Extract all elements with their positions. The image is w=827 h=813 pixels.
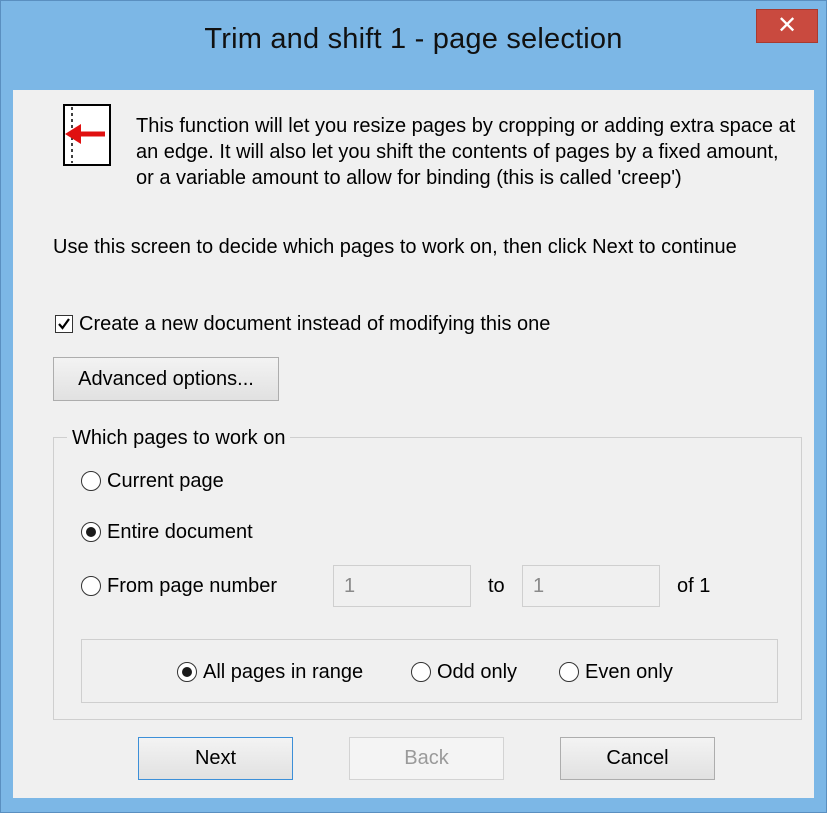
new-document-option[interactable]: Create a new document instead of modifyi… [55,312,550,336]
page-range-radio[interactable] [81,576,101,596]
next-button[interactable]: Next [138,737,293,780]
title-bar: Trim and shift 1 - page selection ✕ [1,1,826,89]
even-only-option[interactable]: Even only [559,659,673,685]
current-page-label: Current page [107,469,224,492]
window-title: Trim and shift 1 - page selection [204,23,623,55]
page-range-option[interactable]: From page number [81,573,277,599]
back-button[interactable]: Back [349,737,504,780]
entire-document-label: Entire document [107,520,253,543]
dialog-window: Trim and shift 1 - page selection ✕ This… [0,0,827,813]
from-page-input[interactable]: 1 [333,565,471,607]
cancel-button[interactable]: Cancel [560,737,715,780]
even-only-radio[interactable] [559,662,579,682]
all-pages-label: All pages in range [203,660,364,683]
pages-group-legend: Which pages to work on [67,427,291,450]
even-only-label: Even only [585,660,673,683]
to-page-input[interactable]: 1 [522,565,660,607]
close-button[interactable]: ✕ [756,9,818,43]
to-label: to [488,575,505,597]
checkmark-icon [58,318,70,330]
current-page-radio[interactable] [81,471,101,491]
dialog-body: This function will let you resize pages … [13,90,814,798]
entire-document-option[interactable]: Entire document [81,519,253,545]
all-pages-option[interactable]: All pages in range [177,659,363,685]
new-document-checkbox[interactable] [55,315,73,333]
instructions-text: Use this screen to decide which pages to… [53,236,737,258]
new-document-label: Create a new document instead of modifyi… [79,312,551,335]
page-count-label: of 1 [677,575,711,597]
entire-document-radio[interactable] [81,522,101,542]
odd-only-radio[interactable] [411,662,431,682]
from-page-label: From page number [107,574,278,597]
current-page-option[interactable]: Current page [81,468,224,494]
odd-only-option[interactable]: Odd only [411,659,517,685]
all-pages-radio[interactable] [177,662,197,682]
odd-only-label: Odd only [437,660,518,683]
close-icon: ✕ [776,12,798,39]
advanced-options-button[interactable]: Advanced options... [53,357,279,401]
trim-shift-arrow-icon [55,103,121,169]
description-text: This function will let you resize pages … [136,115,796,189]
